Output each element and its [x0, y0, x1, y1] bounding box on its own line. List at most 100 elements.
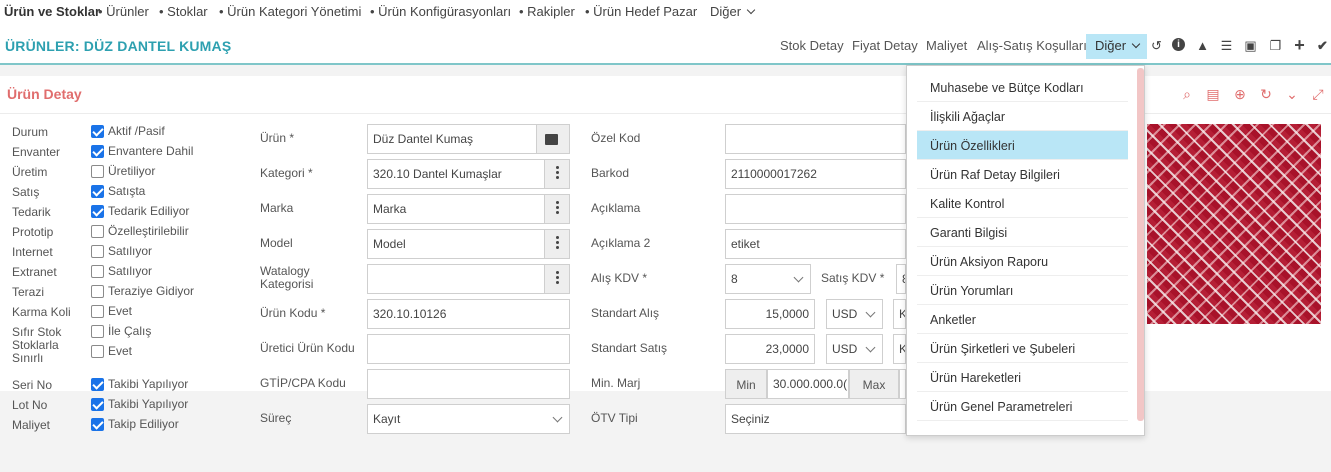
dropdown-item[interactable]: Ürün Özellikleri — [917, 131, 1128, 160]
standart-alis-extra[interactable]: K — [893, 299, 906, 329]
dropdown-item[interactable]: Ürün Yorumları — [917, 276, 1128, 305]
urun-input[interactable]: Düz Dantel Kumaş — [367, 124, 537, 154]
chevron-down-icon[interactable]: ⌄ — [1284, 86, 1300, 102]
print-icon[interactable]: ▣ — [1243, 38, 1258, 53]
bell-icon[interactable]: ▲ — [1195, 38, 1210, 53]
dropdown-item[interactable]: Ürün Raf Detay Bilgileri — [917, 160, 1128, 189]
kategori-input[interactable]: 320.10 Dantel Kumaşlar — [367, 159, 545, 189]
status-checkbox[interactable] — [91, 418, 104, 431]
chevron-down-icon — [865, 307, 876, 318]
ozel-kod-input[interactable] — [725, 124, 906, 154]
refresh-icon[interactable]: ↻ — [1258, 86, 1274, 102]
plus-icon[interactable]: + — [1292, 36, 1307, 54]
status-checkbox[interactable] — [91, 378, 104, 391]
status-checkbox[interactable] — [91, 265, 104, 278]
min-marj-input[interactable]: 30.000.000.0( — [767, 369, 849, 399]
urun-kodu-input[interactable]: 320.10.10126 — [367, 299, 570, 329]
marka-menu-button[interactable] — [545, 194, 570, 224]
nav-urun-ve-stoklar[interactable]: Ürün ve Stoklar — [4, 4, 100, 19]
uretici-urun-kodu-input[interactable] — [367, 334, 570, 364]
title-bar: ÜRÜNLER: DÜZ DANTEL KUMAŞ Stok Detay Fiy… — [0, 27, 1331, 65]
nav-urun-hedef-pazar[interactable]: • Ürün Hedef Pazar — [585, 4, 697, 19]
status-checkbox[interactable] — [91, 185, 104, 198]
aciklama-label: Açıklama — [591, 201, 641, 215]
dropdown-item[interactable]: Garanti Bilgisi — [917, 218, 1128, 247]
product-image[interactable] — [1147, 124, 1321, 324]
kategori-menu-button[interactable] — [545, 159, 570, 189]
standart-alis-input[interactable]: 15,0000 — [725, 299, 815, 329]
chevron-down-icon — [1131, 39, 1140, 49]
status-label: Satış — [12, 185, 40, 199]
chevron-down-icon — [793, 272, 804, 283]
nav-urun-kategori-yonetimi[interactable]: • Ürün Kategori Yönetimi — [219, 4, 361, 19]
link-alis-satis-kosullari[interactable]: Alış-Satış Koşulları — [977, 38, 1087, 53]
standart-satis-extra[interactable]: K — [893, 334, 906, 364]
standart-alis-currency[interactable]: USD — [826, 299, 883, 329]
nav-diger[interactable]: Diğer — [710, 4, 755, 19]
status-checkbox[interactable] — [91, 245, 104, 258]
surec-label: Süreç — [260, 411, 292, 425]
nav-stoklar-label: Stoklar — [167, 4, 208, 19]
gtip-input[interactable] — [367, 369, 570, 399]
nav-rakipler[interactable]: • Rakipler — [519, 4, 575, 19]
info-icon[interactable]: i — [1172, 38, 1187, 53]
dropdown-item[interactable]: İlişkili Ağaçlar — [917, 102, 1128, 131]
alis-kdv-select[interactable]: 8 — [725, 264, 811, 294]
otv-tipi-select[interactable]: Seçiniz — [725, 404, 906, 434]
expand-icon[interactable]: ⤢ — [1310, 86, 1326, 102]
status-checkbox[interactable] — [91, 145, 104, 158]
status-checkbox[interactable] — [91, 325, 104, 338]
status-checkbox[interactable] — [91, 125, 104, 138]
status-checkbox-label: Satılıyor — [108, 244, 153, 258]
barkod-label: Barkod — [591, 166, 630, 180]
standart-satis-label: Standart Satış — [591, 341, 668, 355]
status-checkbox-label: Özelleştirilebilir — [108, 224, 189, 238]
search-icon[interactable]: ⌕ — [1179, 86, 1195, 102]
marka-input[interactable]: Marka — [367, 194, 545, 224]
status-checkbox[interactable] — [91, 398, 104, 411]
satis-kdv-select[interactable]: 8 — [896, 264, 906, 294]
status-checkbox[interactable] — [91, 205, 104, 218]
status-checkbox[interactable] — [91, 165, 104, 178]
dropdown-scrollbar[interactable] — [1137, 68, 1144, 421]
dropdown-item[interactable]: Anketler — [917, 305, 1128, 334]
max-marj-input[interactable]: 1 — [899, 369, 906, 399]
dropdown-item[interactable]: Ürün Genel Parametreleri — [917, 392, 1128, 421]
dropdown-item[interactable]: Ürün Şirketleri ve Şubeleri — [917, 334, 1128, 363]
history-icon[interactable]: ↺ — [1149, 38, 1164, 53]
status-checkbox[interactable] — [91, 345, 104, 358]
status-checkbox[interactable] — [91, 285, 104, 298]
dropdown-item[interactable]: Kalite Kontrol — [917, 189, 1128, 218]
document-icon[interactable]: ▤ — [1205, 86, 1221, 102]
currency-value: USD — [832, 307, 858, 321]
model-input[interactable]: Model — [367, 229, 545, 259]
aciklama-input[interactable] — [725, 194, 906, 224]
status-checkbox[interactable] — [91, 225, 104, 238]
nav-urunler[interactable]: • Ürünler — [98, 4, 149, 19]
copy-icon[interactable]: ❐ — [1268, 38, 1283, 53]
model-menu-button[interactable] — [545, 229, 570, 259]
nav-stoklar[interactable]: • Stoklar — [159, 4, 208, 19]
watalogy-menu-button[interactable] — [545, 264, 570, 294]
plus-circle-icon[interactable]: ⊕ — [1232, 86, 1248, 102]
link-stok-detay[interactable]: Stok Detay — [780, 38, 844, 53]
page-title: ÜRÜNLER: DÜZ DANTEL KUMAŞ — [5, 38, 232, 54]
nav-urun-konfigurasyonlari[interactable]: • Ürün Konfigürasyonları — [370, 4, 511, 19]
book-button[interactable] — [537, 124, 570, 154]
tab-diger[interactable]: Diğer — [1086, 34, 1147, 59]
dropdown-item[interactable]: Muhasebe ve Bütçe Kodları — [917, 73, 1128, 102]
watalogy-input[interactable] — [367, 264, 545, 294]
standart-satis-currency[interactable]: USD — [826, 334, 883, 364]
standart-satis-input[interactable]: 23,0000 — [725, 334, 815, 364]
check-icon[interactable]: ✔ — [1315, 38, 1330, 53]
link-maliyet[interactable]: Maliyet — [926, 38, 967, 53]
dropdown-item[interactable]: Ürün Aksiyon Raporu — [917, 247, 1128, 276]
status-checkbox[interactable] — [91, 305, 104, 318]
link-fiyat-detay[interactable]: Fiyat Detay — [852, 38, 918, 53]
surec-select[interactable]: Kayıt — [367, 404, 570, 434]
kebab-icon — [556, 201, 559, 204]
list-icon[interactable]: ☰ — [1219, 38, 1234, 53]
dropdown-item[interactable]: Ürün Hareketleri — [917, 363, 1128, 392]
aciklama2-input[interactable]: etiket — [725, 229, 906, 259]
barkod-input[interactable]: 2110000017262 — [725, 159, 906, 189]
